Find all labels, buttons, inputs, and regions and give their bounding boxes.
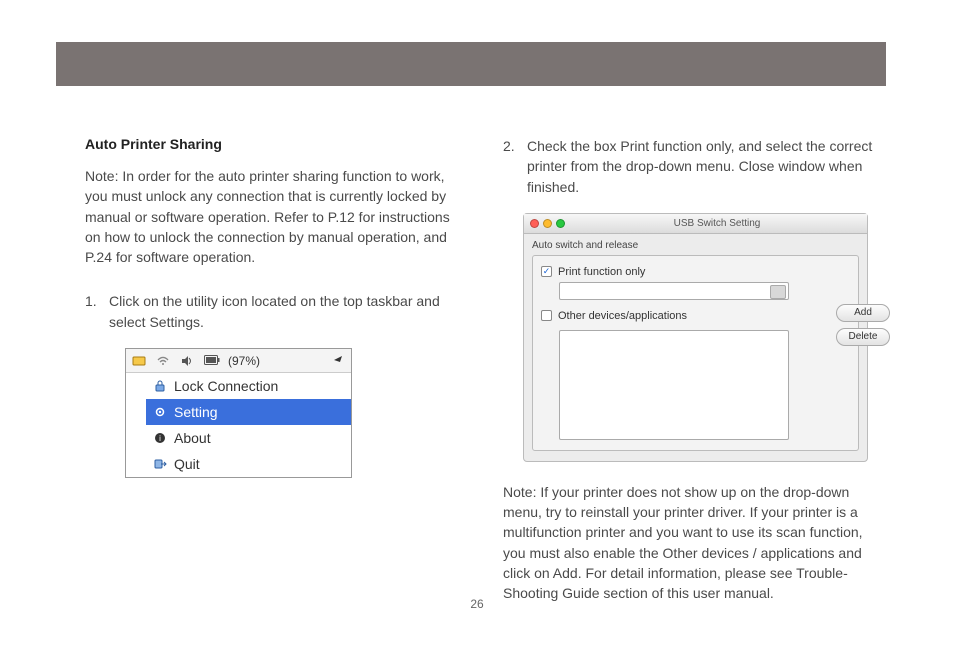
window-body: Auto switch and release ✓ Print function… [524, 234, 867, 461]
zoom-icon[interactable] [556, 219, 565, 228]
menu-item-quit[interactable]: Quit [146, 451, 351, 477]
screenshot-usb-switch-window: USB Switch Setting Auto switch and relea… [523, 213, 868, 462]
svg-text:i: i [159, 434, 161, 443]
utility-menu: Lock Connection Setting i About [126, 373, 351, 477]
page-header-bar [56, 42, 886, 86]
other-devices-listbox[interactable] [559, 330, 789, 440]
step-1-number: 1. [85, 291, 109, 332]
window-titlebar: USB Switch Setting [524, 214, 867, 234]
menu-item-label: Setting [174, 404, 218, 420]
step-2-number: 2. [503, 136, 527, 197]
print-only-label: Print function only [558, 266, 645, 278]
gear-icon [152, 404, 168, 420]
window-side-buttons: Add Delete [836, 304, 890, 346]
printer-dropdown[interactable] [559, 282, 789, 300]
closing-note: Note: If your printer does not show up o… [503, 482, 885, 604]
spotlight-icon [331, 354, 345, 368]
other-devices-checkbox[interactable] [541, 310, 552, 321]
print-only-row: ✓ Print function only [541, 262, 850, 282]
lock-icon [152, 378, 168, 394]
battery-icon [204, 354, 218, 368]
print-only-checkbox[interactable]: ✓ [541, 266, 552, 277]
page-number: 26 [0, 597, 954, 611]
step-1-text: Click on the utility icon located on the… [109, 291, 467, 332]
add-button[interactable]: Add [836, 304, 890, 322]
quit-icon [152, 456, 168, 472]
wifi-icon [156, 354, 170, 368]
step-2-text: Check the box Print function only, and s… [527, 136, 885, 197]
menu-item-label: About [174, 430, 211, 446]
menubar: (97%) [126, 349, 351, 373]
left-column: Auto Printer Sharing Note: In order for … [85, 136, 467, 628]
delete-button-label: Delete [849, 331, 878, 342]
intro-note: Note: In order for the auto printer shar… [85, 166, 467, 267]
other-devices-label: Other devices/applications [558, 310, 687, 322]
menu-item-label: Lock Connection [174, 378, 278, 394]
battery-percent: (97%) [228, 354, 260, 368]
volume-icon [180, 354, 194, 368]
menu-item-setting[interactable]: Setting [146, 399, 351, 425]
other-devices-row: Other devices/applications [541, 306, 850, 326]
right-column: 2. Check the box Print function only, an… [503, 136, 885, 628]
delete-button[interactable]: Delete [836, 328, 890, 346]
menu-item-lock-connection[interactable]: Lock Connection [146, 373, 351, 399]
add-button-label: Add [854, 307, 872, 318]
close-icon[interactable] [530, 219, 539, 228]
window-traffic-lights [530, 219, 565, 228]
step-2: 2. Check the box Print function only, an… [503, 136, 885, 197]
utility-icon [132, 354, 146, 368]
info-icon: i [152, 430, 168, 446]
step-1: 1. Click on the utility icon located on … [85, 291, 467, 332]
screenshot-menubar-dropdown: (97%) Lock Connection Setting [125, 348, 352, 478]
menu-item-about[interactable]: i About [146, 425, 351, 451]
group-label: Auto switch and release [532, 240, 859, 251]
settings-group: ✓ Print function only Other devices/appl… [532, 255, 859, 451]
section-title: Auto Printer Sharing [85, 136, 467, 152]
minimize-icon[interactable] [543, 219, 552, 228]
menu-item-label: Quit [174, 456, 200, 472]
window-title: USB Switch Setting [573, 218, 861, 229]
page-content: Auto Printer Sharing Note: In order for … [85, 136, 885, 628]
